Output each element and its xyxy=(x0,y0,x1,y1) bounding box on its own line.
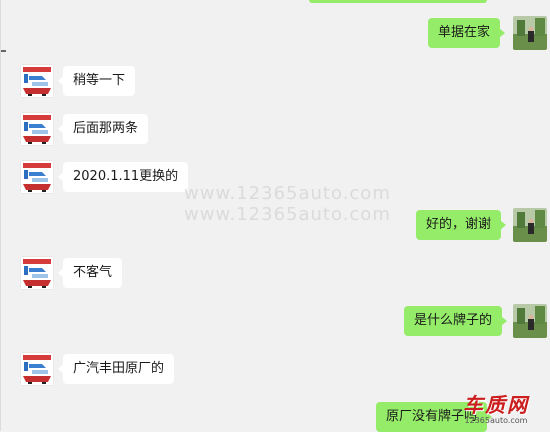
message-bubble-incoming[interactable]: 不客气 xyxy=(57,258,123,288)
site-logo: 车质网 12365auto.com xyxy=(446,394,546,428)
message-text: 不客气 xyxy=(73,265,113,280)
agent-avatar-image xyxy=(20,160,54,194)
message-text: 后面那两条 xyxy=(73,121,139,136)
user-avatar-image xyxy=(513,304,547,338)
previous-message-bubble[interactable] xyxy=(309,0,487,3)
user-avatar[interactable] xyxy=(513,208,547,242)
agent-avatar[interactable] xyxy=(20,64,54,98)
user-avatar[interactable] xyxy=(513,304,547,338)
message-text: 稍等一下 xyxy=(73,73,126,88)
agent-avatar[interactable] xyxy=(20,160,54,194)
agent-avatar[interactable] xyxy=(20,352,54,386)
user-avatar-image xyxy=(513,208,547,242)
watermark-text: www.12365auto.com xyxy=(184,183,391,204)
message-text: 2020.1.11更换的 xyxy=(73,169,179,184)
agent-avatar[interactable] xyxy=(20,112,54,146)
user-avatar[interactable] xyxy=(513,16,547,50)
message-bubble-incoming[interactable]: 广汽丰田原厂的 xyxy=(57,354,175,384)
logo-name: 车质网 xyxy=(463,393,529,417)
message-text: 是什么牌子的 xyxy=(414,313,493,328)
message-text: 广汽丰田原厂的 xyxy=(73,361,165,376)
watermark-text: www.12365auto.com xyxy=(184,204,391,225)
chat-window: 单据在家 稍等一下 后面那两条 2020.1.11更换的 www.12365au… xyxy=(0,0,550,432)
message-bubble-incoming[interactable]: 后面那两条 xyxy=(57,114,149,144)
message-bubble-incoming[interactable]: 稍等一下 xyxy=(57,66,136,96)
message-text: 单据在家 xyxy=(438,25,491,40)
agent-avatar-image xyxy=(20,112,54,146)
window-edge-marker xyxy=(1,50,6,52)
message-bubble-incoming[interactable]: 2020.1.11更换的 xyxy=(57,162,189,192)
agent-avatar-image xyxy=(20,352,54,386)
agent-avatar-image xyxy=(20,256,54,290)
agent-avatar[interactable] xyxy=(20,256,54,290)
message-text: 好的，谢谢 xyxy=(426,217,492,232)
logo-url: 12365auto.com xyxy=(464,416,528,425)
message-bubble-outgoing[interactable]: 是什么牌子的 xyxy=(404,306,508,336)
message-bubble-outgoing[interactable]: 单据在家 xyxy=(428,18,506,48)
user-avatar-image xyxy=(513,16,547,50)
message-bubble-outgoing[interactable]: 好的，谢谢 xyxy=(416,210,507,240)
agent-avatar-image xyxy=(20,64,54,98)
